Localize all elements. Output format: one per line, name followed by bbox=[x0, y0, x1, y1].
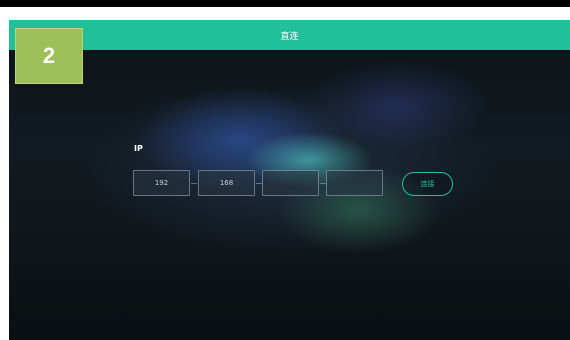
ip-label: IP bbox=[134, 144, 143, 153]
ip-separator bbox=[191, 183, 197, 184]
screenshot-frame: 直连 2 IP 192 168 连接 bbox=[0, 0, 570, 340]
ip-octet-4-input[interactable] bbox=[326, 170, 383, 196]
top-border bbox=[0, 0, 570, 7]
page-title: 直连 bbox=[280, 31, 299, 42]
title-bar: 直连 bbox=[9, 20, 570, 50]
connect-button[interactable]: 连接 bbox=[402, 172, 453, 196]
step-number-badge: 2 bbox=[15, 28, 83, 84]
ip-octet-1-input[interactable]: 192 bbox=[133, 170, 190, 196]
ip-octet-3-input[interactable] bbox=[262, 170, 319, 196]
ip-octet-2-input[interactable]: 168 bbox=[198, 170, 255, 196]
